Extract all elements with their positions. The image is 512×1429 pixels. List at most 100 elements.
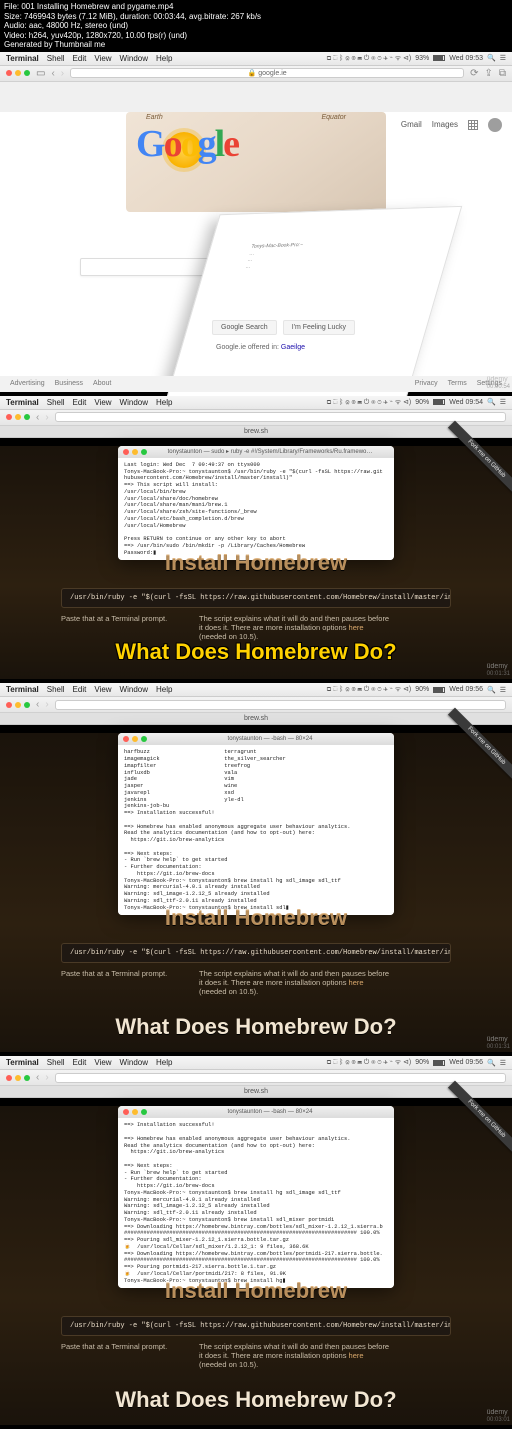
address-bar[interactable] (55, 412, 506, 422)
frame-1: Terminal Shell Edit View Window Help ⧉ ⬚… (0, 52, 512, 392)
install-command[interactable]: /usr/bin/ruby -e "$(curl -fsSL https://r… (61, 588, 451, 608)
forward-icon[interactable]: › (61, 68, 64, 79)
meta-size: Size: 7469943 bytes (7.12 MiB), duration… (4, 12, 508, 22)
meta-audio: Audio: aac, 48000 Hz, stereo (und) (4, 21, 508, 31)
zoom-icon[interactable] (24, 70, 30, 76)
share-icon[interactable]: ⇪ (484, 68, 492, 79)
battery-icon (433, 687, 445, 693)
window-controls[interactable] (6, 70, 30, 76)
menubar[interactable]: Terminal Shell Edit View Window Help ⧉ ⬚… (0, 1056, 512, 1070)
doodle-label-earth: Earth (146, 114, 163, 121)
terminal-output[interactable]: ==> Installation successful! ==> Homebre… (118, 1118, 394, 1288)
close-icon[interactable] (6, 414, 12, 420)
menubar[interactable]: Terminal Shell Edit View Window Help ⧉ ⬚… (0, 683, 512, 697)
menu-help[interactable]: Help (156, 398, 172, 407)
notifications-icon[interactable]: ☰ (500, 1059, 506, 1067)
apps-icon[interactable] (468, 120, 478, 130)
menu-window[interactable]: Window (120, 398, 148, 407)
battery-icon (433, 1060, 445, 1066)
frame-4: Terminal Shell Edit View Window Help ⧉ ⬚… (0, 1056, 512, 1425)
menubar-status-icons[interactable]: ⧉ ⬚ ᛒ ⚙ ◎ ⌨ ⏻ ⏣ ⊙ ✈ ⌁ ᯤ ⊲) (327, 54, 411, 63)
back-icon[interactable]: ‹ (51, 68, 54, 79)
terminal-title: tonystaunton — sudo ▸ ruby -e #!/System/… (151, 448, 389, 455)
battery-percent: 93% (415, 55, 429, 62)
explain-text: The script explains what it will do and … (199, 614, 451, 641)
menubar[interactable]: Terminal Shell Edit View Window Help ⧉ ⬚… (0, 52, 512, 66)
app-name[interactable]: Terminal (6, 685, 39, 694)
menubar-status-icons[interactable]: ⧉ ⬚ ᛒ ⚙ ◎ ⌨ ⏻ ⏣ ⊙ ✈ ⌁ ᯤ ⊲) (327, 398, 411, 407)
menubar[interactable]: Terminal Shell Edit View Window Help ⧉ ⬚… (0, 396, 512, 410)
menu-view[interactable]: View (94, 54, 111, 63)
address-bar[interactable]: 🔒 google.ie (70, 68, 464, 78)
footer-privacy[interactable]: Privacy (415, 380, 438, 387)
zoom-icon[interactable] (24, 414, 30, 420)
menu-window[interactable]: Window (120, 54, 148, 63)
footer-advertising[interactable]: Advertising (10, 380, 45, 387)
reload-icon[interactable]: ⟳ (470, 68, 478, 79)
google-search-button[interactable]: Google Search (212, 320, 277, 335)
what-does-homebrew-do-heading: What Does Homebrew Do? (0, 639, 512, 665)
terminal-title: tonystaunton — -bash — 80×24 (151, 736, 389, 742)
sidebar-icon[interactable]: ▭ (36, 68, 45, 79)
battery-percent: 90% (415, 399, 429, 406)
frame-3: Terminal Shell Edit View Window Help ⧉ ⬚… (0, 683, 512, 1052)
footer-business[interactable]: Business (55, 380, 83, 387)
watermark: ûdemy00:01:31 (487, 663, 510, 677)
address-bar[interactable] (55, 1073, 506, 1083)
search-icon[interactable]: 🔍 (487, 398, 496, 406)
terminal-output[interactable]: harfbuzz terragrunt imagemagick the_silv… (118, 745, 394, 915)
tab-brewsh[interactable]: brew.sh (0, 1086, 512, 1098)
gmail-link[interactable]: Gmail (401, 120, 422, 129)
notifications-icon[interactable]: ☰ (500, 686, 506, 694)
tabs-icon[interactable]: ⧉ (499, 68, 506, 79)
footer-about[interactable]: About (93, 380, 111, 387)
install-command[interactable]: /usr/bin/ruby -e "$(curl -fsSL https://r… (61, 1316, 451, 1336)
terminal-window[interactable]: tonystaunton — sudo ▸ ruby -e #!/System/… (118, 446, 394, 561)
install-options-link[interactable]: here (349, 978, 364, 987)
search-icon[interactable]: 🔍 (487, 686, 496, 694)
lang-link-gaeilge[interactable]: Gaeilge (281, 344, 305, 351)
install-command[interactable]: /usr/bin/ruby -e "$(curl -fsSL https://r… (61, 943, 451, 963)
notifications-icon[interactable]: ☰ (500, 398, 506, 406)
google-footer: Advertising Business About Privacy Terms… (0, 376, 512, 392)
search-icon[interactable]: 🔍 (487, 1059, 496, 1067)
install-homebrew-heading: Install Homebrew (0, 905, 512, 931)
footer-terms[interactable]: Terms (448, 380, 467, 387)
app-name[interactable]: Terminal (6, 54, 39, 63)
terminal-window[interactable]: tonystaunton — -bash — 80×24 harfbuzz te… (118, 733, 394, 915)
minimize-icon[interactable] (15, 70, 21, 76)
doodle-label-equator: Equator (321, 114, 346, 121)
menu-edit[interactable]: Edit (73, 398, 87, 407)
feeling-lucky-button[interactable]: I'm Feeling Lucky (283, 320, 355, 335)
battery-icon (433, 399, 445, 405)
address-bar[interactable] (55, 700, 506, 710)
menu-help[interactable]: Help (156, 54, 172, 63)
menu-shell[interactable]: Shell (47, 54, 65, 63)
terminal-window[interactable]: tonystaunton — -bash — 80×24 ==> Install… (118, 1106, 394, 1288)
google-page: Gmail Images Earth Equator Google Tonys-… (0, 112, 512, 392)
terminal-output[interactable]: Last login: Wed Dec 7 09:49:37 on ttys00… (118, 458, 394, 561)
notifications-icon[interactable]: ☰ (500, 54, 506, 62)
meta-generator: Generated by Thumbnail me (4, 40, 508, 50)
tab-brewsh[interactable]: brew.sh (0, 713, 512, 725)
install-homebrew-heading: Install Homebrew (0, 550, 512, 576)
install-options-link[interactable]: here (349, 623, 364, 632)
search-icon[interactable]: 🔍 (487, 54, 496, 62)
tab-brewsh[interactable]: brew.sh (0, 426, 512, 438)
install-options-link[interactable]: here (349, 1351, 364, 1360)
images-link[interactable]: Images (432, 120, 458, 129)
menu-view[interactable]: View (94, 398, 111, 407)
file-metadata: File: 001 Installing Homebrew and pygame… (0, 0, 512, 52)
browser-toolbar: ▭ ‹ › 🔒 google.ie ⟳ ⇪ ⧉ (0, 66, 512, 82)
menu-shell[interactable]: Shell (47, 398, 65, 407)
minimize-icon[interactable] (15, 414, 21, 420)
app-name[interactable]: Terminal (6, 1058, 39, 1067)
install-homebrew-heading: Install Homebrew (0, 1278, 512, 1304)
app-name[interactable]: Terminal (6, 398, 39, 407)
google-doodle[interactable]: Earth Equator Google (126, 112, 386, 212)
meta-video: Video: h264, yuv420p, 1280x720, 10.00 fp… (4, 31, 508, 41)
close-icon[interactable] (6, 70, 12, 76)
watermark: ûdemy00:00:54 (487, 376, 510, 390)
menu-edit[interactable]: Edit (73, 54, 87, 63)
avatar[interactable] (488, 118, 502, 132)
